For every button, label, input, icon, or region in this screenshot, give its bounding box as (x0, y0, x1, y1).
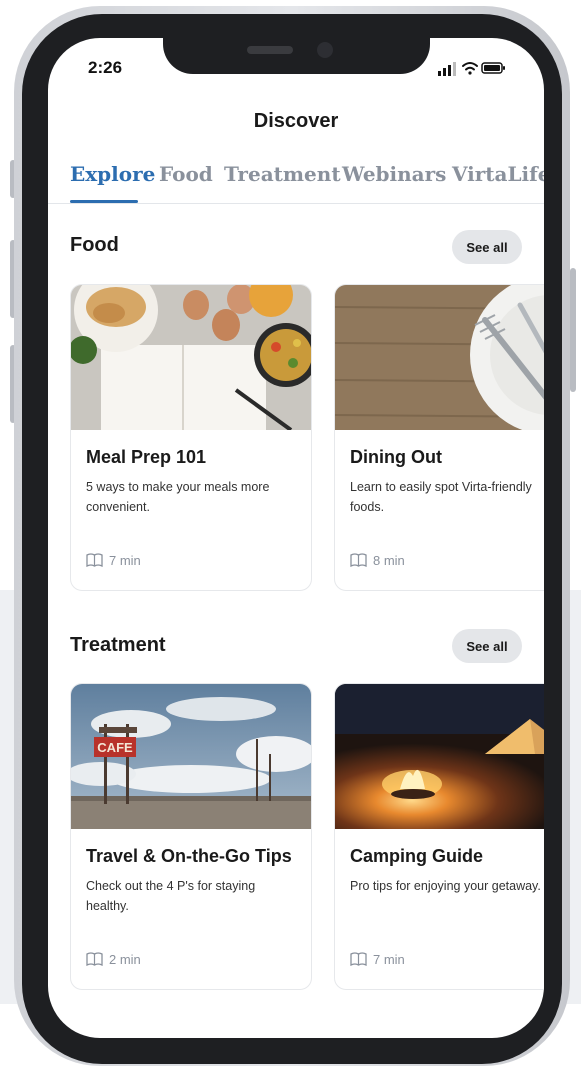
status-time: 2:26 (88, 58, 123, 77)
card-duration: 7 min (86, 553, 141, 568)
travel-tips-image: CAFE (71, 684, 311, 829)
card-duration-text: 7 min (109, 553, 141, 568)
card-duration: 7 min (350, 952, 405, 967)
card-title: Camping Guide (350, 846, 484, 866)
card-title: Meal Prep 101 (86, 447, 207, 467)
card-title: Travel & On-the-Go Tips (86, 846, 292, 866)
card-title: Dining Out (350, 447, 442, 467)
card-description: Pro tips for enjoying your getaway. (350, 879, 541, 893)
tab-explore[interactable]: Explore (70, 162, 155, 186)
see-all-treatment-button[interactable]: See all (452, 629, 522, 663)
signal-icon (438, 62, 456, 76)
card-duration-text: 8 min (373, 553, 405, 568)
phone-notch (163, 38, 430, 74)
book-icon (350, 553, 367, 568)
tab-food[interactable]: Food (159, 162, 213, 186)
tab-treatment[interactable]: Treatment (224, 162, 341, 186)
phone-screen: 2:26 Discover Explore Food Treatment Web… (48, 38, 544, 1038)
card-dining-out[interactable]: Dining Out Learn to easily spot Virta-fr… (334, 284, 544, 591)
card-duration: 2 min (86, 952, 141, 967)
phone-camera (317, 42, 333, 58)
book-icon (86, 553, 103, 568)
tab-virtalife[interactable]: VirtaLife (452, 162, 544, 186)
page-title: Discover (253, 110, 339, 132)
status-icons (438, 62, 505, 76)
see-all-food-button[interactable]: See all (452, 230, 522, 264)
card-duration-text: 2 min (109, 952, 141, 967)
dining-out-image (335, 285, 544, 430)
section-title-food: Food (70, 234, 119, 256)
card-travel-tips[interactable]: CAFE Travel & On-the-Go Tips Check out t… (70, 683, 312, 990)
card-description: Check out the 4 P's for staying healthy. (86, 879, 256, 913)
section-title-treatment: Treatment (70, 634, 166, 656)
tabs-divider (48, 203, 544, 204)
wifi-icon (462, 62, 478, 75)
battery-icon (481, 62, 505, 74)
book-icon (86, 952, 103, 967)
card-description: Learn to easily spot Virta-friendly food… (350, 480, 532, 514)
cafe-sign-text: CAFE (97, 740, 133, 755)
phone-speaker (247, 46, 293, 54)
tab-webinars[interactable]: Webinars (342, 162, 446, 186)
card-description: 5 ways to make your meals more convenien… (86, 480, 270, 514)
camping-guide-image (335, 684, 544, 829)
card-duration: 8 min (350, 553, 405, 568)
card-camping-guide[interactable]: Camping Guide Pro tips for enjoying your… (334, 683, 544, 990)
book-icon (350, 952, 367, 967)
card-meal-prep[interactable]: Meal Prep 101 5 ways to make your meals … (70, 284, 312, 591)
phone-power-button (570, 268, 576, 392)
card-duration-text: 7 min (373, 952, 405, 967)
meal-prep-image (71, 285, 311, 430)
